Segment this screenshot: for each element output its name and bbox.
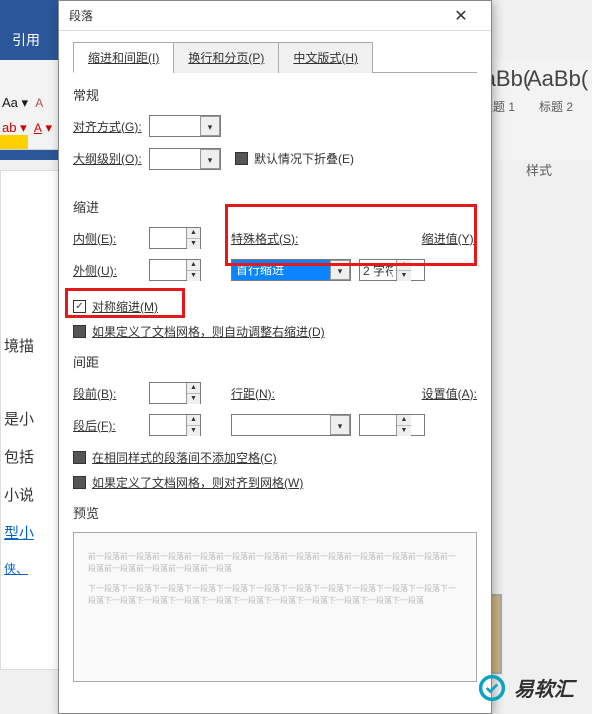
label-outline: 大纲级别(O): [73, 150, 149, 167]
special-format-combo[interactable]: 首行缩进▾ [231, 259, 351, 281]
spin-down-icon[interactable]: ▼ [187, 271, 200, 281]
tab-indent-spacing[interactable]: 缩进和间距(I) [73, 42, 174, 73]
outside-spinner[interactable]: ▲▼ [149, 259, 201, 281]
label-before: 段前(B): [73, 385, 149, 402]
gear-icon [478, 674, 506, 702]
preview-pane: 前一段落前一段落前一段落前一段落前一段落前一段落前一段落前一段落前一段落前一段落… [73, 532, 477, 682]
highlight-button[interactable]: ab ▾ A ▾ [2, 120, 52, 136]
checkbox-icon [73, 451, 86, 464]
spin-down-icon[interactable]: ▼ [187, 394, 200, 404]
spin-up-icon[interactable]: ▲ [187, 260, 200, 271]
watermark-logo: 易软汇 [478, 673, 574, 702]
checkbox-icon [235, 152, 248, 165]
paragraph-dialog: 段落 ✕ 缩进和间距(I) 换行和分页(P) 中文版式(H) 常规 对齐方式(G… [58, 0, 492, 714]
outside-input[interactable] [150, 260, 186, 280]
chevron-down-icon: ▾ [330, 415, 350, 435]
after-spinner[interactable]: ▲▼ [149, 414, 201, 436]
label-at: 设置值(A): [422, 385, 477, 402]
doc-text: 侠、 [4, 560, 28, 577]
highlight-swatch [0, 135, 28, 149]
line-spacing-combo[interactable]: ▾ [231, 414, 351, 436]
no-space-same-style-checkbox[interactable]: 在相同样式的段落间不添加空格(C) [73, 449, 277, 466]
checkbox-icon [73, 476, 86, 489]
spin-up-icon[interactable]: ▲ [187, 415, 200, 426]
section-spacing: 间距 [73, 352, 477, 371]
doc-text: 境描 [4, 335, 34, 356]
inside-input[interactable] [150, 228, 186, 248]
doc-text: 包括 [4, 446, 34, 467]
styles-section-label: 样式 [526, 160, 552, 179]
by-spinner[interactable]: ▲▼ [359, 259, 425, 281]
before-spinner[interactable]: ▲▼ [149, 382, 201, 404]
font-color-button[interactable]: Aa ▾ A [2, 95, 43, 111]
spin-up-icon[interactable]: ▲ [397, 260, 411, 271]
label-line-spacing: 行距(N): [231, 385, 301, 402]
auto-adjust-indent-checkbox[interactable]: 如果定义了文档网格，则自动调整右缩进(D) [73, 323, 325, 340]
section-preview: 预览 [73, 503, 477, 522]
section-general: 常规 [73, 85, 477, 104]
label-alignment: 对齐方式(G): [73, 118, 149, 135]
label-after: 段后(F): [73, 417, 149, 434]
doc-text: 是小 [4, 408, 34, 429]
spin-down-icon[interactable]: ▼ [397, 271, 411, 281]
label-inside: 内侧(E): [73, 230, 149, 247]
alignment-combo[interactable]: ▾ [149, 115, 221, 137]
at-input[interactable] [360, 415, 396, 435]
checkbox-icon [73, 325, 86, 338]
chevron-down-icon: ▾ [200, 149, 220, 169]
spin-down-icon[interactable]: ▼ [397, 426, 411, 436]
mirror-indent-checkbox[interactable]: ✓ 对称缩进(M) [73, 298, 158, 315]
outline-combo[interactable]: ▾ [149, 148, 221, 170]
spin-up-icon[interactable]: ▲ [187, 383, 200, 394]
snap-to-grid-checkbox[interactable]: 如果定义了文档网格，则对齐到网格(W) [73, 474, 303, 491]
chevron-down-icon: ▾ [330, 260, 350, 280]
doc-link[interactable]: 型小 [4, 522, 34, 543]
tab-line-page-breaks[interactable]: 换行和分页(P) [173, 42, 279, 73]
spin-down-icon[interactable]: ▼ [187, 426, 200, 436]
label-special: 特殊格式(S): [231, 230, 301, 247]
after-input[interactable] [150, 415, 186, 435]
label-outside: 外侧(U): [73, 262, 149, 279]
before-input[interactable] [150, 383, 186, 403]
dialog-tabs: 缩进和间距(I) 换行和分页(P) 中文版式(H) [73, 41, 477, 73]
close-button[interactable]: ✕ [441, 2, 481, 30]
at-spinner[interactable]: ▲▼ [359, 414, 425, 436]
doc-text: 小说 [4, 484, 34, 505]
by-input[interactable] [360, 260, 396, 280]
spin-down-icon[interactable]: ▼ [187, 239, 200, 249]
style-label-2: 标题 2 [527, 98, 585, 115]
spin-up-icon[interactable]: ▲ [187, 228, 200, 239]
dialog-title: 段落 [69, 7, 441, 24]
tab-asian-typography[interactable]: 中文版式(H) [278, 42, 373, 73]
section-indent: 缩进 [73, 197, 477, 216]
inside-spinner[interactable]: ▲▼ [149, 227, 201, 249]
spin-up-icon[interactable]: ▲ [397, 415, 411, 426]
collapse-checkbox: 默认情况下折叠(E) [235, 150, 354, 167]
ribbon-tab-references[interactable]: 引用 [12, 30, 40, 50]
style-sample-2[interactable]: AaBb( [527, 66, 585, 92]
checkbox-icon: ✓ [73, 300, 86, 313]
label-by: 缩进值(Y): [422, 230, 477, 247]
chevron-down-icon: ▾ [200, 116, 220, 136]
